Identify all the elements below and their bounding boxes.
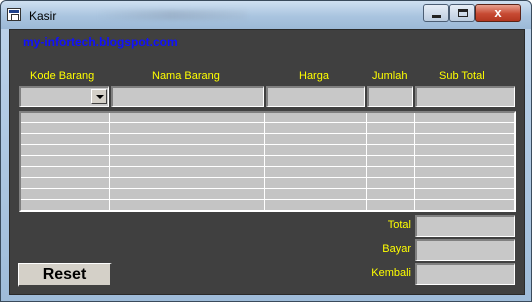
window-title: Kasir	[29, 9, 57, 23]
minimize-button[interactable]	[423, 4, 449, 22]
grid-column-divider	[109, 113, 110, 210]
header-sub-total: Sub Total	[439, 70, 485, 82]
kembali-label: Kembali	[371, 267, 411, 279]
grid-row[interactable]	[21, 157, 514, 167]
dropdown-arrow-icon[interactable]	[91, 89, 107, 104]
grid-row[interactable]	[21, 113, 514, 123]
grid-row[interactable]	[21, 179, 514, 189]
app-icon[interactable]	[7, 8, 21, 21]
grid-row[interactable]	[21, 201, 514, 211]
items-grid[interactable]	[19, 111, 516, 212]
grid-row[interactable]	[21, 135, 514, 145]
maximize-icon	[458, 9, 468, 17]
reset-button[interactable]: Reset	[18, 263, 112, 287]
close-button[interactable]: x	[475, 4, 521, 22]
maximize-button[interactable]	[449, 4, 475, 22]
jumlah-field[interactable]	[367, 86, 413, 107]
grid-row[interactable]	[21, 124, 514, 134]
bayar-label: Bayar	[382, 243, 411, 255]
header-nama-barang: Nama Barang	[152, 70, 220, 82]
grid-row[interactable]	[21, 190, 514, 200]
title-bar[interactable]: Kasir x	[1, 1, 531, 29]
close-icon: x	[494, 5, 502, 20]
window-frame: Kasir x my-infortech.blogspot.com Kode B…	[0, 0, 532, 302]
blog-link[interactable]: my-infortech.blogspot.com	[23, 35, 178, 49]
total-label: Total	[387, 219, 411, 231]
form-client-area: my-infortech.blogspot.com Kode Barang Na…	[9, 29, 525, 295]
bayar-field[interactable]	[415, 239, 515, 261]
header-kode-barang: Kode Barang	[30, 70, 95, 82]
grid-column-divider	[414, 113, 415, 210]
kode-barang-combo[interactable]	[19, 86, 109, 107]
kembali-field[interactable]	[415, 263, 515, 285]
grid-row[interactable]	[21, 168, 514, 178]
harga-field[interactable]	[266, 86, 365, 107]
grid-row[interactable]	[21, 146, 514, 156]
minimize-icon	[432, 15, 441, 18]
nama-barang-field[interactable]	[111, 86, 264, 107]
total-field[interactable]	[415, 215, 515, 237]
grid-column-divider	[366, 113, 367, 210]
grid-column-divider	[264, 113, 265, 210]
title-blurred-region	[97, 10, 247, 20]
sub-total-field[interactable]	[415, 86, 515, 107]
header-harga: Harga	[299, 70, 329, 82]
header-jumlah: Jumlah	[372, 70, 408, 82]
